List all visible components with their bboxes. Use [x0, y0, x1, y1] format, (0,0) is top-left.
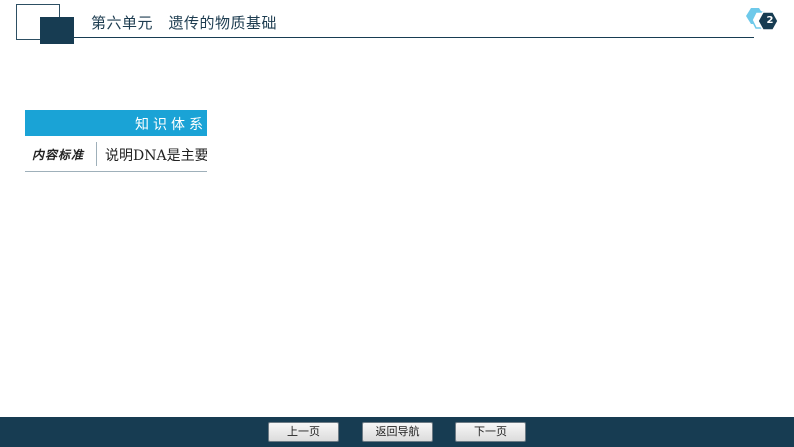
content-standard-row: 内容标准 说明DNA是主要 — [25, 137, 207, 172]
logo-filled-square — [40, 17, 74, 44]
section-banner: 知识体系 — [25, 110, 207, 136]
section-banner-title: 知识体系 — [135, 117, 207, 133]
row-divider — [96, 142, 97, 166]
row-content: 说明DNA是主要 — [105, 148, 207, 164]
prev-page-button[interactable]: 上一页 — [268, 422, 339, 442]
page-number: 2 — [766, 15, 774, 26]
header-title: 第六单元 遗传的物质基础 — [91, 14, 278, 32]
back-to-nav-button[interactable]: 返回导航 — [362, 422, 433, 442]
header-divider — [74, 37, 754, 38]
row-label: 内容标准 — [32, 148, 85, 162]
next-page-button[interactable]: 下一页 — [455, 422, 526, 442]
footer-nav-bar: 上一页 返回导航 下一页 — [0, 417, 794, 447]
